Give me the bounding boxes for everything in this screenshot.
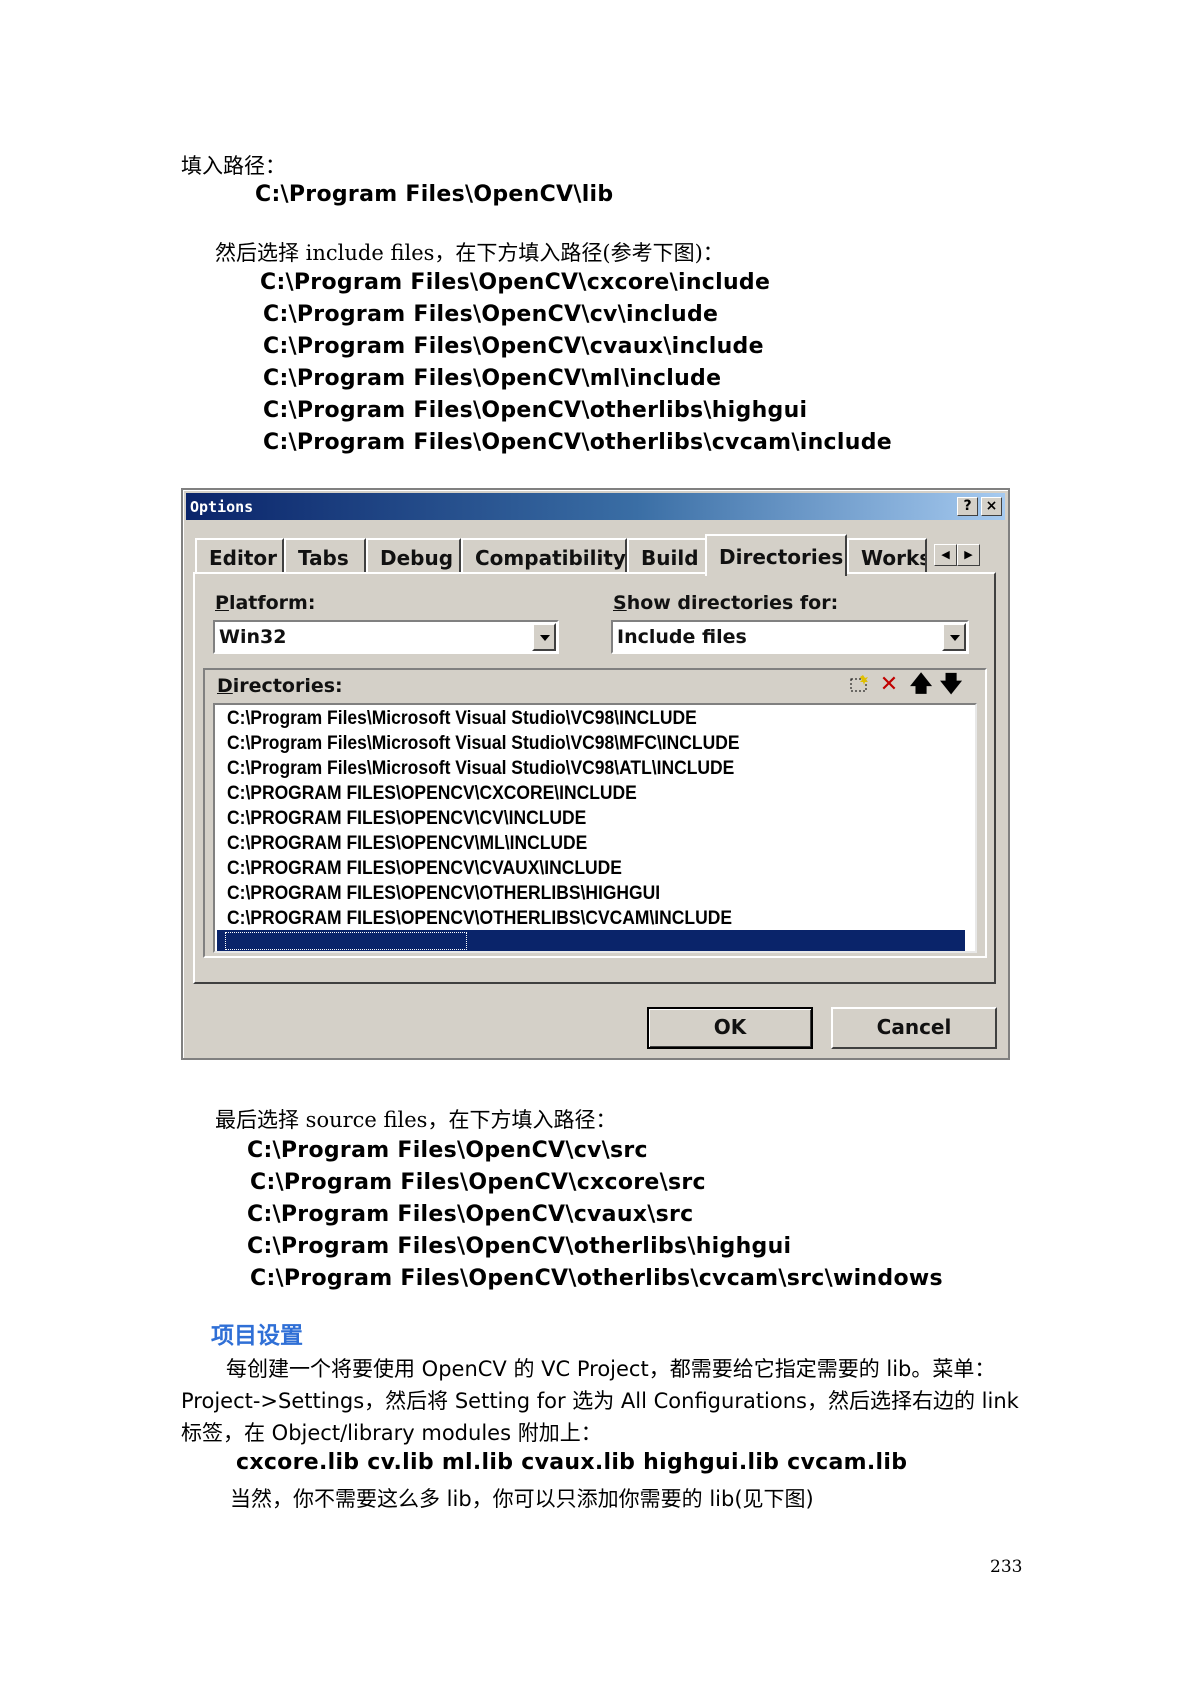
new-entry-row[interactable] (217, 930, 965, 951)
paragraph-line: 标签，在 Object/library modules 附加上： (181, 1421, 602, 1445)
list-item[interactable]: C:\Program Files\Microsoft Visual Studio… (227, 708, 697, 730)
list-item[interactable]: C:\Program Files\Microsoft Visual Studio… (227, 758, 734, 780)
cancel-button[interactable]: Cancel (831, 1007, 997, 1049)
tab-scroll-right-icon[interactable]: ▶ (957, 544, 980, 566)
list-item[interactable]: C:\PROGRAM FILES\OPENCV\CXCORE\INCLUDE (227, 783, 637, 805)
tab-workspace[interactable]: Works (847, 538, 927, 572)
platform-label: Platform: (215, 592, 316, 614)
tab-tabs[interactable]: Tabs (284, 538, 366, 572)
directories-list[interactable]: C:\Program Files\Microsoft Visual Studio… (213, 703, 977, 953)
include-path: C:\Program Files\OpenCV\otherlibs\highgu… (263, 398, 808, 423)
libs-line: cxcore.lib cv.lib ml.lib cvaux.lib highg… (236, 1450, 908, 1475)
section-heading: 项目设置 (211, 1323, 303, 1349)
intro-label: 填入路径： (181, 154, 286, 178)
chevron-down-icon[interactable] (942, 623, 966, 651)
closing-line: 当然，你不需要这么多 lib，你可以只添加你需要的 lib(见下图) (230, 1487, 814, 1511)
show-directories-value: Include files (617, 626, 747, 648)
source-path: C:\Program Files\OpenCV\otherlibs\cvcam\… (250, 1266, 943, 1291)
source-path: C:\Program Files\OpenCV\cv\src (247, 1138, 648, 1163)
dialog-title: Options (190, 498, 254, 516)
include-path: C:\Program Files\OpenCV\ml\include (263, 366, 722, 391)
help-button[interactable]: ? (957, 497, 978, 516)
close-button[interactable]: × (981, 497, 1002, 516)
show-directories-label: Show directories for: (613, 592, 839, 614)
focus-rect (225, 932, 467, 950)
include-path: C:\Program Files\OpenCV\cvaux\include (263, 334, 764, 359)
show-directories-select[interactable]: Include files (611, 620, 969, 654)
source-path: C:\Program Files\OpenCV\otherlibs\highgu… (247, 1234, 792, 1259)
list-item[interactable]: C:\PROGRAM FILES\OPENCV\CVAUX\INCLUDE (227, 858, 622, 880)
lib-path: C:\Program Files\OpenCV\lib (255, 182, 614, 207)
source-intro: 最后选择 source files，在下方填入路径： (215, 1108, 617, 1132)
tab-directories[interactable]: Directories (705, 534, 847, 576)
list-item[interactable]: C:\Program Files\Microsoft Visual Studio… (227, 733, 739, 755)
tab-debug[interactable]: Debug (366, 538, 461, 572)
tab-scroll-buttons: ◀ ▶ (934, 544, 982, 568)
dialog-titlebar[interactable]: Options ? × (186, 493, 1005, 520)
tab-editor[interactable]: Editor (195, 538, 284, 572)
include-path: C:\Program Files\OpenCV\otherlibs\cvcam\… (263, 430, 892, 455)
chevron-down-icon[interactable] (532, 623, 556, 651)
include-intro: 然后选择 include files，在下方填入路径(参考下图)： (215, 241, 724, 265)
paragraph-line: Project->Settings，然后将 Setting for 选为 All… (181, 1389, 1019, 1413)
list-item[interactable]: C:\PROGRAM FILES\OPENCV\CV\INCLUDE (227, 808, 586, 830)
list-item[interactable]: C:\PROGRAM FILES\OPENCV\ML\INCLUDE (227, 833, 587, 855)
tab-compatibility[interactable]: Compatibility (461, 538, 627, 572)
list-item[interactable]: C:\PROGRAM FILES\OPENCV\OTHERLIBS\HIGHGU… (227, 883, 660, 905)
options-dialog: Options ? × Editor Tabs Debug Compatibil… (181, 488, 1010, 1060)
source-path: C:\Program Files\OpenCV\cvaux\src (247, 1202, 694, 1227)
ok-button[interactable]: OK (647, 1007, 813, 1049)
platform-select[interactable]: Win32 (213, 620, 559, 654)
include-path: C:\Program Files\OpenCV\cxcore\include (260, 270, 771, 295)
platform-value: Win32 (219, 626, 287, 648)
paragraph-line: 每创建一个将要使用 OpenCV 的 VC Project，都需要给它指定需要的… (226, 1357, 996, 1381)
include-path: C:\Program Files\OpenCV\cv\include (263, 302, 719, 327)
source-path: C:\Program Files\OpenCV\cxcore\src (250, 1170, 706, 1195)
list-item[interactable]: C:\PROGRAM FILES\OPENCV\OTHERLIBS\CVCAM\… (227, 908, 732, 930)
page-number: 233 (990, 1557, 1023, 1577)
tab-build[interactable]: Build (627, 538, 709, 572)
tab-scroll-left-icon[interactable]: ◀ (934, 544, 957, 566)
